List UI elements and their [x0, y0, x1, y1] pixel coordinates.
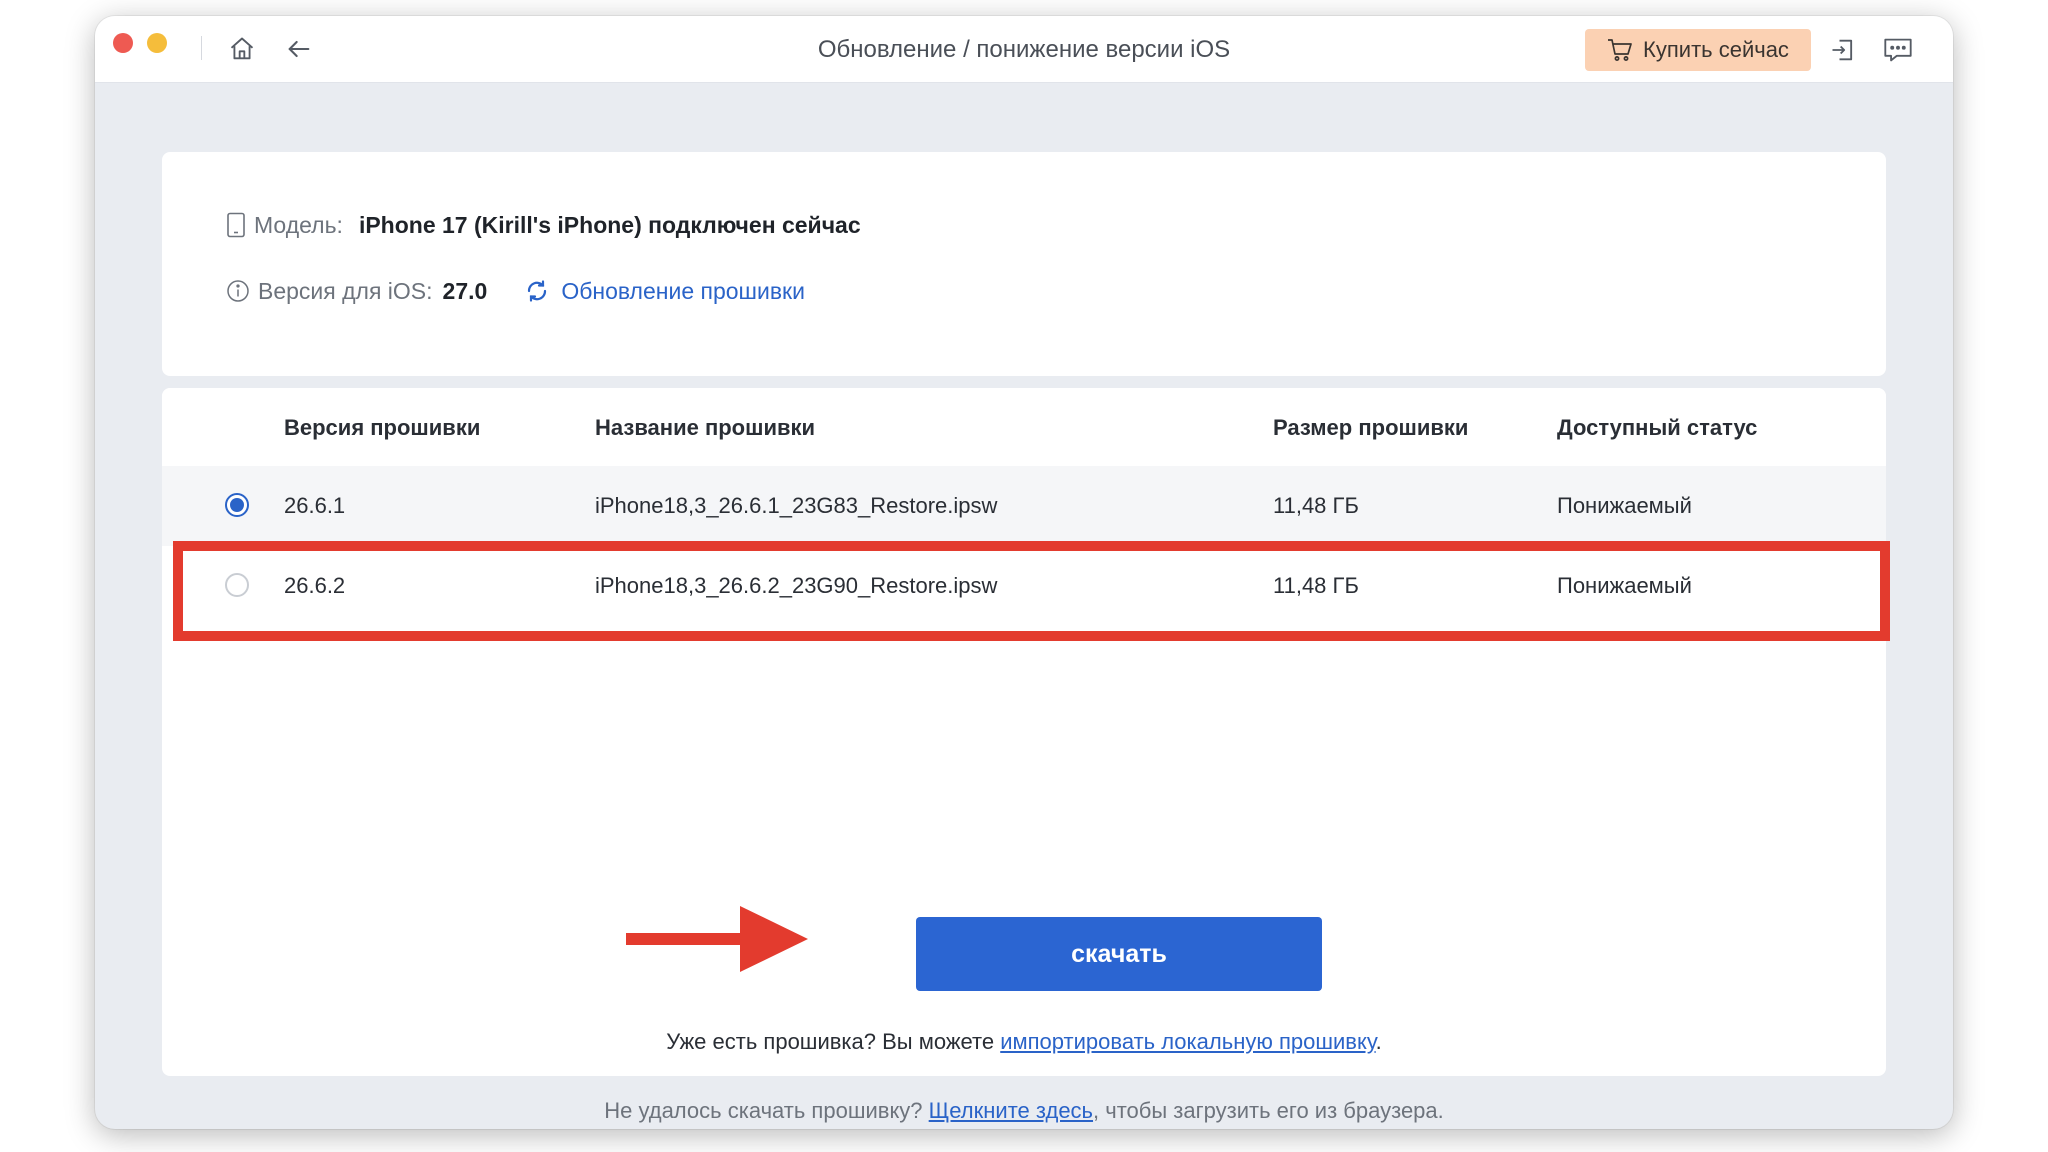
firmware-radio-selected[interactable] — [225, 493, 249, 517]
buy-now-label: Купить сейчас — [1643, 37, 1789, 62]
firmware-name: iPhone18,3_26.6.2_23G90_Restore.ipsw — [595, 573, 998, 598]
firmware-version: 26.6.2 — [284, 573, 346, 598]
firmware-size: 11,48 ГБ — [1273, 573, 1359, 598]
footer-hint: Не удалось скачать прошивку? Щелкните зд… — [95, 1098, 1953, 1124]
ios-version-value: 27.0 — [442, 277, 488, 304]
import-hint-text: Уже есть прошивка? Вы можете — [666, 1029, 1001, 1054]
info-icon — [227, 280, 249, 302]
model-label: Модель: — [254, 211, 343, 238]
annotation-arrow-icon — [626, 906, 808, 972]
table-header: Версия прошивки Название прошивки Размер… — [162, 388, 1886, 467]
import-hint-suffix: . — [1375, 1029, 1382, 1054]
model-value: iPhone 17 (Kirill's iPhone) подключен се… — [358, 211, 861, 238]
app-window: Обновление / понижение версии iOS Купить… — [95, 16, 1953, 1129]
footer-hint-suffix: , чтобы загрузить его из браузера. — [1093, 1098, 1444, 1123]
col-header-size: Размер прошивки — [1273, 415, 1469, 440]
download-button[interactable]: скачать — [916, 917, 1322, 991]
firmware-status: Понижаемый — [1557, 493, 1692, 518]
title-bar: Обновление / понижение версии iOS Купить… — [95, 16, 1953, 83]
buy-now-button[interactable]: Купить сейчас — [1585, 29, 1811, 71]
import-hint: Уже есть прошивка? Вы можете импортирова… — [95, 1029, 1953, 1055]
refresh-icon — [528, 280, 547, 302]
col-header-name: Название прошивки — [595, 415, 816, 440]
import-local-firmware-link[interactable]: импортировать локальную прошивку — [1000, 1029, 1375, 1054]
firmware-version: 26.6.1 — [284, 493, 346, 518]
phone-icon — [227, 212, 245, 238]
login-icon[interactable] — [1826, 33, 1860, 67]
model-row: Модель: iPhone 17 (Kirill's iPhone) подк… — [226, 208, 861, 242]
ios-version-row: Версия для iOS: 27.0 Обновление прошивки — [226, 274, 805, 308]
firmware-size: 11,48 ГБ — [1273, 493, 1359, 518]
firmware-update-link-label: Обновление прошивки — [561, 277, 805, 304]
firmware-status: Понижаемый — [1557, 573, 1692, 598]
col-header-status: Доступный статус — [1557, 415, 1758, 440]
firmware-radio[interactable] — [225, 573, 249, 597]
col-header-version: Версия прошивки — [284, 415, 481, 440]
firmware-name: iPhone18,3_26.6.1_23G83_Restore.ipsw — [595, 493, 998, 518]
firmware-update-link[interactable]: Обновление прошивки — [525, 278, 805, 305]
table-row[interactable]: 26.6.1 iPhone18,3_26.6.1_23G83_Restore.i… — [162, 466, 1886, 546]
ios-version-label: Версия для iOS: — [258, 277, 433, 304]
cart-icon — [1608, 39, 1632, 61]
footer-hint-text: Не удалось скачать прошивку? — [604, 1098, 929, 1123]
table-row[interactable]: 26.6.2 iPhone18,3_26.6.2_23G90_Restore.i… — [162, 546, 1886, 626]
device-info-card: Модель: iPhone 17 (Kirill's iPhone) подк… — [162, 152, 1886, 376]
feedback-icon[interactable] — [1881, 33, 1915, 67]
browser-download-link[interactable]: Щелкните здесь — [929, 1098, 1093, 1123]
